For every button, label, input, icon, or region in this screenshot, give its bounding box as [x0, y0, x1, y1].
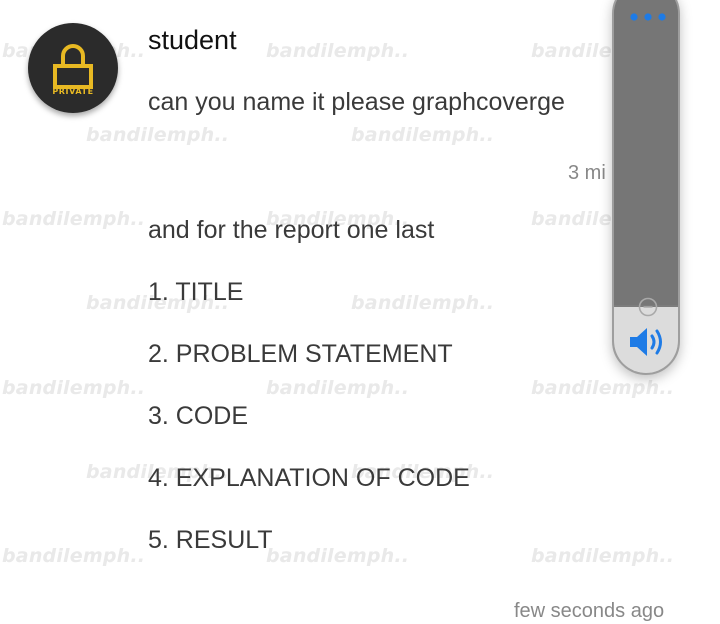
watermark-text: bandilemph..	[266, 377, 410, 399]
watermark-text: bandilemph..	[2, 377, 146, 399]
message-line: 2. PROBLEM STATEMENT	[148, 340, 453, 368]
message-line: 5. RESULT	[148, 526, 273, 554]
private-badge: PRIVATE	[52, 87, 94, 96]
watermark-text: bandilemph..	[266, 545, 410, 567]
contact-name[interactable]: student	[148, 25, 237, 56]
contact-avatar[interactable]: PRIVATE	[28, 23, 118, 113]
volume-track[interactable]	[614, 0, 678, 305]
speaker-volume-icon[interactable]	[628, 325, 668, 359]
minus-circle-icon[interactable]	[637, 296, 659, 318]
message-timestamp: few seconds ago	[514, 600, 665, 622]
message-timestamp: 3 mi	[568, 162, 606, 184]
watermark-text: bandilemph..	[2, 208, 146, 230]
lock-icon	[53, 44, 93, 89]
watermark-text: bandilemph..	[351, 124, 495, 146]
message-line: 1. TITLE	[148, 278, 244, 306]
volume-overlay[interactable]	[612, 0, 680, 375]
message-line: 4. EXPLANATION OF CODE	[148, 464, 470, 492]
message-text: can you name it please graphcoverge	[148, 88, 565, 116]
watermark-text: bandilemph..	[531, 377, 675, 399]
watermark-text: bandilemph..	[351, 292, 495, 314]
watermark-text: bandilemph..	[86, 124, 230, 146]
message-line: 3. CODE	[148, 402, 249, 430]
watermark-text: bandilemph..	[2, 545, 146, 567]
more-dots-icon[interactable]	[628, 12, 668, 22]
message-line: and for the report one last	[148, 216, 435, 244]
watermark-text: bandilemph..	[266, 40, 410, 62]
watermark-text: bandilemph..	[531, 545, 675, 567]
